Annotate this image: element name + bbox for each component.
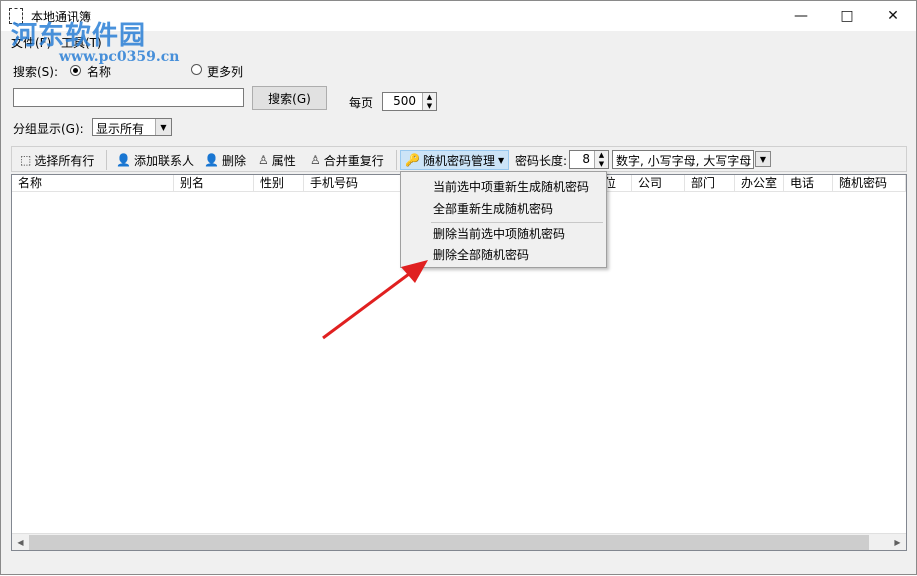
status-bar: [1, 556, 916, 574]
arrow-head: [401, 260, 428, 283]
main-window: 本地通讯簿 — □ ✕ 文件(F) 工具(T) 河东软件园 www.pc0359…: [0, 0, 917, 575]
annotation-arrow: [322, 260, 428, 340]
arrow-line: [322, 272, 410, 340]
